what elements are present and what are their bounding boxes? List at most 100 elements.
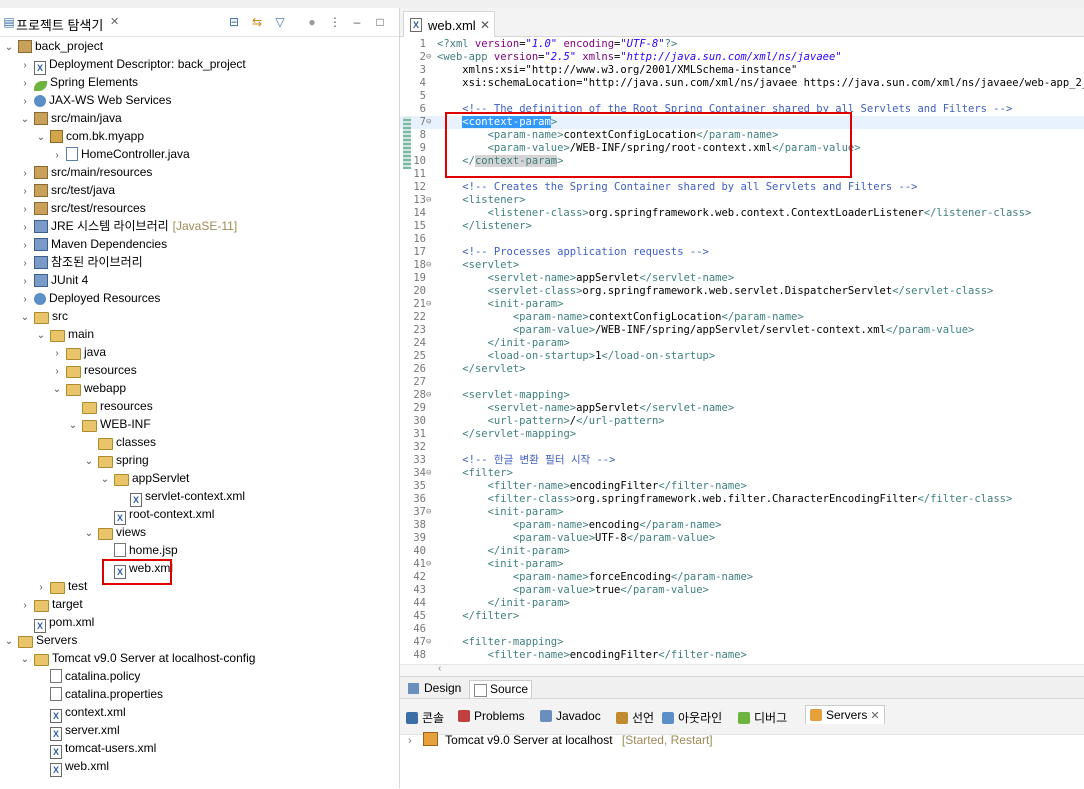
code-line[interactable]: 48 <filter-name>encodingFilter</filter-n… bbox=[400, 649, 1084, 662]
tree-item[interactable]: ⌄ src/main/java bbox=[20, 109, 122, 127]
fold-icon[interactable]: ⊖ bbox=[426, 194, 436, 207]
chevron-down-icon[interactable]: ⌄ bbox=[36, 129, 46, 147]
tree-item[interactable]: Xcontext.xml bbox=[36, 703, 126, 723]
chevron-down-icon[interactable]: ⌄ bbox=[4, 39, 14, 57]
code-line[interactable]: 42 <param-name>forceEncoding</param-name… bbox=[400, 571, 1084, 584]
chevron-down-icon[interactable]: ⌄ bbox=[52, 381, 62, 399]
chevron-down-icon[interactable]: ⌄ bbox=[36, 327, 46, 345]
tree-item[interactable]: › JRE 시스템 라이브러리 [JavaSE-11] bbox=[20, 217, 237, 235]
tree-item[interactable]: › src/main/resources bbox=[20, 163, 152, 181]
tree-item[interactable]: › HomeController.java bbox=[52, 145, 190, 163]
tab-javadoc[interactable]: Javadoc bbox=[540, 709, 601, 723]
tab-servers[interactable]: Servers ✕ bbox=[805, 705, 885, 724]
tab-source[interactable]: Source bbox=[469, 680, 533, 698]
tree-item[interactable]: › JAX-WS Web Services bbox=[20, 91, 171, 109]
code-line[interactable]: 45 </filter> bbox=[400, 610, 1084, 623]
fold-icon[interactable]: ⊖ bbox=[426, 51, 436, 64]
code-line[interactable]: 1 <?xml version="1.0" encoding="UTF-8"?> bbox=[400, 38, 1084, 51]
tree-item[interactable]: Xpom.xml bbox=[20, 613, 94, 633]
tab-console[interactable]: 콘솔 bbox=[406, 709, 444, 726]
view-menu-icon[interactable]: ⋮ bbox=[328, 15, 342, 29]
tab-design[interactable]: Design bbox=[404, 680, 464, 697]
chevron-down-icon[interactable]: ⌄ bbox=[68, 417, 78, 435]
code-line[interactable]: 27 bbox=[400, 376, 1084, 389]
tree-item[interactable]: ⌄ appServlet bbox=[100, 469, 189, 487]
fold-icon[interactable]: ⊖ bbox=[426, 558, 436, 571]
code-line[interactable]: 28 ⊖ <servlet-mapping> bbox=[400, 389, 1084, 402]
code-line[interactable]: 26 </servlet> bbox=[400, 363, 1084, 376]
chevron-down-icon[interactable]: ⌄ bbox=[20, 111, 30, 129]
code-line[interactable]: 29 <servlet-name>appServlet</servlet-nam… bbox=[400, 402, 1084, 415]
code-line[interactable]: 41 ⊖ <init-param> bbox=[400, 558, 1084, 571]
code-line[interactable]: 40 </init-param> bbox=[400, 545, 1084, 558]
code-line[interactable]: 19 <servlet-name>appServlet</servlet-nam… bbox=[400, 272, 1084, 285]
code-line[interactable]: 44 </init-param> bbox=[400, 597, 1084, 610]
tree-item[interactable]: ⌄ src bbox=[20, 307, 68, 325]
tree-item[interactable]: ⌄ back_project bbox=[4, 37, 103, 55]
tree-item[interactable]: › target bbox=[20, 595, 83, 613]
code-line[interactable]: 46 bbox=[400, 623, 1084, 636]
tree-item[interactable]: Xweb.xml bbox=[36, 757, 109, 777]
code-line[interactable]: 17 <!-- Processes application requests -… bbox=[400, 246, 1084, 259]
chevron-down-icon[interactable]: ⌄ bbox=[20, 651, 30, 669]
code-line[interactable]: 13 ⊖ <listener> bbox=[400, 194, 1084, 207]
tree-item[interactable]: Xservlet-context.xml bbox=[116, 487, 245, 507]
code-line[interactable]: 16 bbox=[400, 233, 1084, 246]
tree-item[interactable]: Xserver.xml bbox=[36, 721, 120, 741]
tree-item[interactable]: classes bbox=[84, 433, 156, 451]
close-icon[interactable]: ✕ bbox=[110, 15, 119, 28]
code-line[interactable]: 39 <param-value>UTF-8</param-value> bbox=[400, 532, 1084, 545]
code-line[interactable]: 3 xmlns:xsi="http://www.w3.org/2001/XMLS… bbox=[400, 64, 1084, 77]
tab-declaration[interactable]: 선언 bbox=[616, 709, 654, 726]
code-line[interactable]: 18 ⊖ <servlet> bbox=[400, 259, 1084, 272]
fold-icon[interactable]: ⊖ bbox=[426, 506, 436, 519]
tab-debug[interactable]: 디버그 bbox=[738, 709, 787, 726]
code-line[interactable]: 30 <url-pattern>/</url-pattern> bbox=[400, 415, 1084, 428]
code-line[interactable]: 12 <!-- Creates the Spring Container sha… bbox=[400, 181, 1084, 194]
fold-icon[interactable]: ⊖ bbox=[426, 116, 436, 129]
code-line[interactable]: 34 ⊖ <filter> bbox=[400, 467, 1084, 480]
tree-item[interactable]: ⌄ Servers bbox=[4, 631, 77, 649]
tree-item[interactable]: Xtomcat-users.xml bbox=[36, 739, 156, 759]
code-line[interactable]: 32 bbox=[400, 441, 1084, 454]
code-line[interactable]: 5 bbox=[400, 90, 1084, 103]
tab-web-xml[interactable]: X web.xml ✕ bbox=[403, 11, 495, 37]
chevron-down-icon[interactable]: ⌄ bbox=[100, 471, 110, 489]
server-entry[interactable]: › Tomcat v9.0 Server at localhost [Start… bbox=[408, 732, 713, 747]
minimize-icon[interactable]: – bbox=[350, 15, 364, 29]
fold-icon[interactable]: ⊖ bbox=[426, 259, 436, 272]
collapse-all-icon[interactable]: ⊟ bbox=[227, 15, 241, 29]
code-line[interactable]: 35 <filter-name>encodingFilter</filter-n… bbox=[400, 480, 1084, 493]
code-line[interactable]: 15 </listener> bbox=[400, 220, 1084, 233]
tree-item[interactable]: resources bbox=[68, 397, 153, 415]
tree-item[interactable]: › X Deployment Descriptor: back_project bbox=[20, 55, 246, 75]
focus-icon[interactable]: ● bbox=[305, 15, 319, 29]
code-line[interactable]: 21 ⊖ <init-param> bbox=[400, 298, 1084, 311]
tree-item[interactable]: catalina.policy bbox=[36, 667, 140, 685]
code-line[interactable]: 22 <param-name>contextConfigLocation</pa… bbox=[400, 311, 1084, 324]
tree-item[interactable]: ⌄ com.bk.myapp bbox=[36, 127, 144, 145]
tree-item[interactable]: › src/test/java bbox=[20, 181, 115, 199]
code-line[interactable]: 2 ⊖ <web-app version="2.5" xmlns="http://j… bbox=[400, 51, 1084, 64]
chevron-down-icon[interactable]: ⌄ bbox=[20, 309, 30, 327]
chevron-down-icon[interactable]: ⌄ bbox=[84, 525, 94, 543]
maximize-icon[interactable]: □ bbox=[373, 15, 387, 29]
code-line[interactable]: 23 <param-value>/WEB-INF/spring/appServl… bbox=[400, 324, 1084, 337]
tree-item[interactable]: home.jsp bbox=[100, 541, 178, 559]
code-line[interactable]: 36 <filter-class>org.springframework.web… bbox=[400, 493, 1084, 506]
scroll-left-icon[interactable]: ‹ bbox=[438, 663, 441, 674]
tree-item[interactable]: › resources bbox=[52, 361, 137, 379]
tree-item[interactable]: › JUnit 4 bbox=[20, 271, 88, 289]
code-line[interactable]: 47 ⊖ <filter-mapping> bbox=[400, 636, 1084, 649]
tree-item[interactable]: › 참조된 라이브러리 bbox=[20, 253, 143, 271]
tree-item[interactable]: › Deployed Resources bbox=[20, 289, 160, 307]
tree-item[interactable]: › test bbox=[36, 577, 87, 595]
code-line[interactable]: 31 </servlet-mapping> bbox=[400, 428, 1084, 441]
fold-icon[interactable]: ⊖ bbox=[426, 636, 436, 649]
tree-item[interactable]: ⌄ webapp bbox=[52, 379, 126, 397]
chevron-down-icon[interactable]: ⌄ bbox=[4, 633, 14, 651]
tree-item[interactable]: ⌄ Tomcat v9.0 Server at localhost-config bbox=[20, 649, 255, 667]
link-editor-icon[interactable]: ⇆ bbox=[250, 15, 264, 29]
tree-item[interactable]: ⌄ spring bbox=[84, 451, 149, 469]
code-line[interactable]: 38 <param-name>encoding</param-name> bbox=[400, 519, 1084, 532]
